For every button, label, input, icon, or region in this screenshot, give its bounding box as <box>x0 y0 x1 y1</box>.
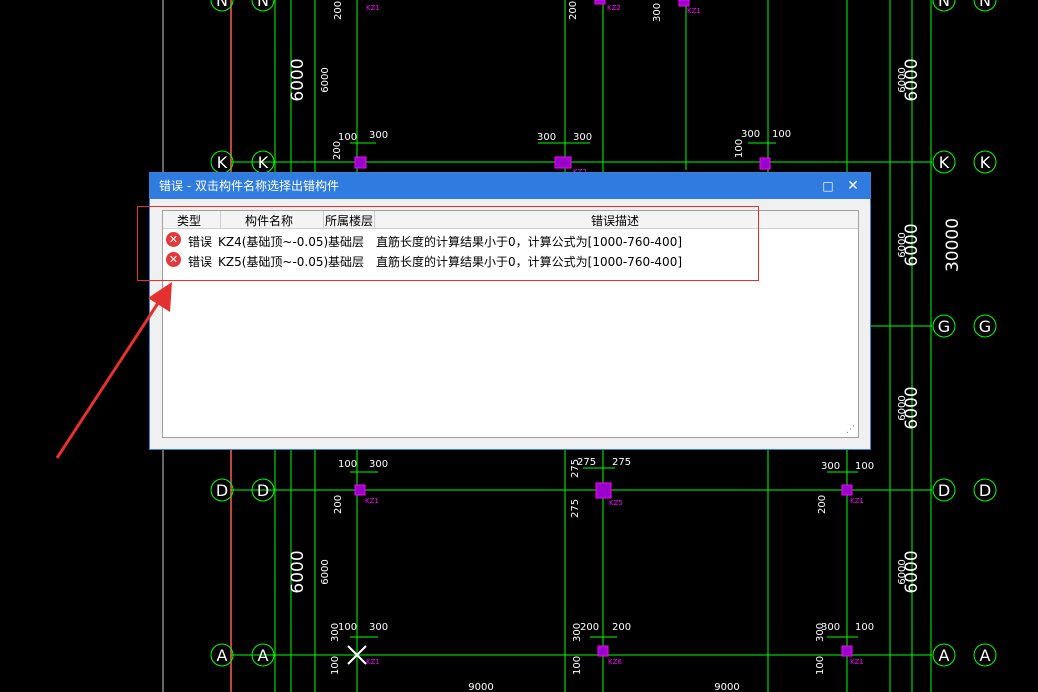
column-label: KZ1 <box>850 497 864 505</box>
dim-300: 300 <box>573 132 592 143</box>
dim-300: 300 <box>330 623 341 642</box>
axis-label-k: K <box>258 153 269 172</box>
dim-300: 300 <box>537 132 556 143</box>
dim-300: 300 <box>369 622 388 633</box>
axis-label-n: N <box>216 0 228 10</box>
dim-200: 200 <box>332 141 343 160</box>
dim-100: 100 <box>330 656 341 675</box>
dim-9000: 9000 <box>468 682 493 692</box>
axis-label-a: A <box>258 646 269 665</box>
dim-100: 100 <box>815 656 826 675</box>
dim-300: 300 <box>815 623 826 642</box>
annotation-highlight-box <box>137 206 759 281</box>
column-label: KZ6 <box>608 658 622 666</box>
axis-label-d: D <box>216 481 228 500</box>
axis-label-d: D <box>257 481 269 500</box>
axis-label-d: D <box>979 481 991 500</box>
dim-100: 100 <box>572 656 583 675</box>
column-kz[interactable] <box>554 156 572 169</box>
column-kz[interactable] <box>595 482 612 499</box>
column-kz[interactable] <box>594 0 606 5</box>
axis-label-a: A <box>217 646 228 665</box>
column-kz[interactable] <box>354 156 367 169</box>
column-label: KZ1 <box>850 658 864 666</box>
column-label: KZ1 <box>365 497 379 505</box>
axis-label-n: N <box>257 0 269 10</box>
dim-275: 275 <box>612 457 631 468</box>
dim-300: 300 <box>369 130 388 141</box>
resize-grip-icon[interactable]: ⋰ <box>846 425 856 435</box>
close-button[interactable]: ✕ <box>844 177 862 195</box>
dim-6000: 6000 <box>288 58 308 101</box>
dim-275: 275 <box>570 459 581 478</box>
axis-label-n: N <box>938 0 950 10</box>
dim-300: 300 <box>741 129 760 140</box>
dim-small-6000: 6000 <box>897 232 908 257</box>
column-kz[interactable] <box>841 645 853 657</box>
dim-300: 300 <box>369 459 388 470</box>
dim-small-6000: 6000 <box>897 559 908 584</box>
column-label: KZ2 <box>607 4 621 12</box>
axis-label-n: N <box>979 0 991 10</box>
column-kz[interactable] <box>841 484 853 496</box>
column-kz[interactable] <box>678 0 690 7</box>
dim-300: 300 <box>572 623 583 642</box>
dialog-title: 错误 - 双击构件名称选择出错构件 <box>159 179 339 193</box>
dim-small-6000: 6000 <box>320 67 331 92</box>
column-kz[interactable] <box>759 157 771 170</box>
column-label: KZ1 <box>366 4 380 12</box>
axis-label-d: D <box>938 481 950 500</box>
dialog-titlebar[interactable]: 错误 - 双击构件名称选择出错构件 □ ✕ <box>150 173 870 199</box>
dim-275: 275 <box>570 499 581 518</box>
dim-300: 300 <box>821 461 840 472</box>
column-kz[interactable] <box>597 645 609 657</box>
dim-100: 100 <box>855 622 874 633</box>
column-label: KZ1 <box>687 7 701 15</box>
axis-label-g: G <box>938 317 950 336</box>
dim-small-6000: 6000 <box>320 559 331 584</box>
axis-label-k: K <box>939 153 950 172</box>
axis-label-a: A <box>939 646 950 665</box>
column-label: KZ1 <box>366 658 380 666</box>
dim-100: 100 <box>772 129 791 140</box>
dim-6000: 6000 <box>288 550 308 593</box>
column-kz[interactable] <box>354 484 366 496</box>
dim-9000: 9000 <box>714 682 739 692</box>
dim-200: 200 <box>568 1 579 20</box>
dim-200: 200 <box>817 495 828 514</box>
dim-200: 200 <box>612 622 631 633</box>
dim-small-6000: 6000 <box>897 395 908 420</box>
column-label: KZ5 <box>609 499 623 507</box>
axis-label-k: K <box>217 153 228 172</box>
dim-100: 100 <box>338 459 357 470</box>
dim-small-6000: 6000 <box>897 67 908 92</box>
maximize-button[interactable]: □ <box>819 177 837 195</box>
axis-label-a: A <box>980 646 991 665</box>
dim-300: 300 <box>652 3 663 22</box>
axis-label-k: K <box>980 153 991 172</box>
dim-100: 100 <box>734 139 745 158</box>
axis-label-g: G <box>979 317 991 336</box>
dim-200: 200 <box>333 1 344 20</box>
dim-30000: 30000 <box>943 218 963 272</box>
dim-100: 100 <box>855 461 874 472</box>
dim-200: 200 <box>333 495 344 514</box>
